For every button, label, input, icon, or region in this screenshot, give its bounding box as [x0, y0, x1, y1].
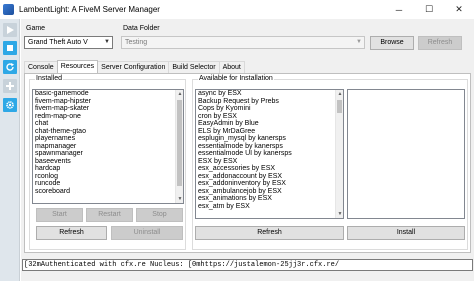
available-resource-item[interactable]: esx_accessories by ESX: [196, 165, 343, 173]
add-icon: [6, 82, 14, 90]
available-resource-item[interactable]: esx_animations by ESX: [196, 195, 343, 203]
installed-resource-item[interactable]: baseevents: [33, 158, 183, 166]
data-folder-label: Data Folder: [123, 25, 160, 32]
installed-resource-item[interactable]: mapmanager: [33, 143, 183, 151]
refresh-available-button[interactable]: Refresh: [195, 226, 344, 240]
tab-server-configuration[interactable]: Server Configuration: [97, 61, 170, 73]
scroll-up-icon[interactable]: ▲: [336, 90, 343, 98]
installed-resource-item[interactable]: basic-gamemode: [33, 90, 183, 98]
data-folder-select[interactable]: Testing ▼: [121, 36, 365, 49]
title-bar: LambentLight: A FiveM Server Manager ─ ☐…: [0, 0, 474, 19]
available-resource-item[interactable]: esx_addoninventory by ESX: [196, 180, 343, 188]
browse-button[interactable]: Browse: [370, 36, 414, 50]
uninstall-button[interactable]: Uninstall: [111, 226, 183, 240]
installed-resource-item[interactable]: redm-map-one: [33, 113, 183, 121]
tab-about[interactable]: About: [218, 61, 245, 73]
resource-details-box: [347, 89, 465, 219]
tab-build-selector[interactable]: Build Selector: [168, 61, 220, 73]
maximize-button[interactable]: ☐: [414, 0, 444, 19]
main-area: Game Grand Theft Auto V ▼ Data Folder Te…: [21, 19, 474, 281]
chevron-down-icon: ▼: [104, 39, 110, 45]
refresh-folders-button[interactable]: Refresh: [418, 36, 462, 50]
game-label: Game: [26, 25, 46, 32]
stop-icon: [7, 45, 13, 51]
installed-resource-item[interactable]: chat-theme-gtao: [33, 128, 183, 136]
play-icon: [7, 26, 14, 34]
available-resource-item[interactable]: EasyAdmin by Blue: [196, 120, 343, 128]
game-select-value: Grand Theft Auto V: [28, 39, 88, 46]
installed-resource-item[interactable]: runcode: [33, 180, 183, 188]
scroll-up-icon[interactable]: ▲: [176, 90, 183, 98]
installed-resource-item[interactable]: fivem-map-skater: [33, 105, 183, 113]
installed-resource-item[interactable]: chat: [33, 120, 183, 128]
available-resource-item[interactable]: esx_addonaccount by ESX: [196, 173, 343, 181]
installed-resource-item[interactable]: fivem-map-hipster: [33, 98, 183, 106]
refresh-icon: [6, 63, 14, 71]
add-button[interactable]: [3, 79, 17, 93]
available-resource-item[interactable]: async by ESX: [196, 90, 343, 98]
available-resource-item[interactable]: essentialmode by kanersps: [196, 143, 343, 151]
stop-resource-button[interactable]: Stop: [136, 208, 183, 222]
scrollbar-thumb[interactable]: [177, 100, 182, 186]
scroll-down-icon[interactable]: ▼: [336, 210, 343, 218]
tab-resources[interactable]: Resources: [56, 60, 99, 73]
console-log-line: [32mAuthenticated with cfx.re Nucleus: […: [22, 259, 473, 271]
stop-server-button[interactable]: [3, 41, 17, 55]
start-server-button[interactable]: [3, 23, 17, 37]
installed-group: Installed basic-gamemode fivem-map-hipste…: [29, 75, 186, 250]
available-resource-item[interactable]: ESX by ESX: [196, 158, 343, 166]
available-resource-item[interactable]: Cops by Kyomini: [196, 105, 343, 113]
installed-resource-item[interactable]: scoreboard: [33, 188, 183, 196]
installed-resource-item[interactable]: rconlog: [33, 173, 183, 181]
status-bar: [21, 273, 474, 281]
available-resource-item[interactable]: Backup Request by Prebs: [196, 98, 343, 106]
installed-resource-item[interactable]: playernames: [33, 135, 183, 143]
window-title: LambentLight: A FiveM Server Manager: [19, 5, 160, 14]
available-resource-item[interactable]: esx_ambulancejob by ESX: [196, 188, 343, 196]
minimize-button[interactable]: ─: [384, 0, 414, 19]
close-button[interactable]: ✕: [444, 0, 474, 19]
game-select[interactable]: Grand Theft Auto V ▼: [24, 36, 113, 49]
settings-button[interactable]: [3, 98, 17, 112]
scrollbar-thumb[interactable]: [337, 100, 342, 113]
available-resource-item[interactable]: esx_atm by ESX: [196, 203, 343, 211]
install-button[interactable]: Install: [347, 226, 465, 240]
window-controls: ─ ☐ ✕: [384, 0, 474, 19]
restart-server-button[interactable]: [3, 60, 17, 74]
installed-scrollbar[interactable]: ▲ ▼: [175, 90, 183, 203]
chevron-down-icon: ▼: [356, 39, 362, 45]
installed-resource-item[interactable]: spawnmanager: [33, 150, 183, 158]
refresh-installed-button[interactable]: Refresh: [36, 226, 107, 240]
tab-console[interactable]: Console: [24, 61, 58, 73]
restart-resource-button[interactable]: Restart: [86, 208, 133, 222]
start-resource-button[interactable]: Start: [36, 208, 83, 222]
installed-list[interactable]: basic-gamemode fivem-map-hipster fivem-map…: [32, 89, 184, 204]
app-logo-icon: [3, 4, 14, 15]
installed-resource-item[interactable]: hardcap: [33, 165, 183, 173]
tab-bar: Console Resources Server Configuration B…: [24, 60, 245, 73]
side-toolbar: [0, 19, 20, 281]
available-scrollbar[interactable]: ▲ ▼: [335, 90, 343, 218]
available-resource-item[interactable]: cron by ESX: [196, 113, 343, 121]
available-list[interactable]: async by ESX Backup Request by Prebs Cops …: [195, 89, 344, 219]
available-group: Available for Installation async by ESX B…: [192, 75, 468, 250]
available-resource-item[interactable]: essentialmode UI by kanersps: [196, 150, 343, 158]
settings-gear-icon: [6, 101, 14, 109]
scroll-down-icon[interactable]: ▼: [176, 195, 183, 203]
available-resource-item[interactable]: ELS by MrDaGree: [196, 128, 343, 136]
data-folder-value: Testing: [125, 39, 148, 46]
installed-title: Installed: [35, 75, 64, 82]
available-title: Available for Installation: [198, 75, 274, 82]
available-resource-item[interactable]: esplugin_mysql by kanersps: [196, 135, 343, 143]
resources-panel: Installed basic-gamemode fivem-map-hipste…: [24, 73, 471, 253]
